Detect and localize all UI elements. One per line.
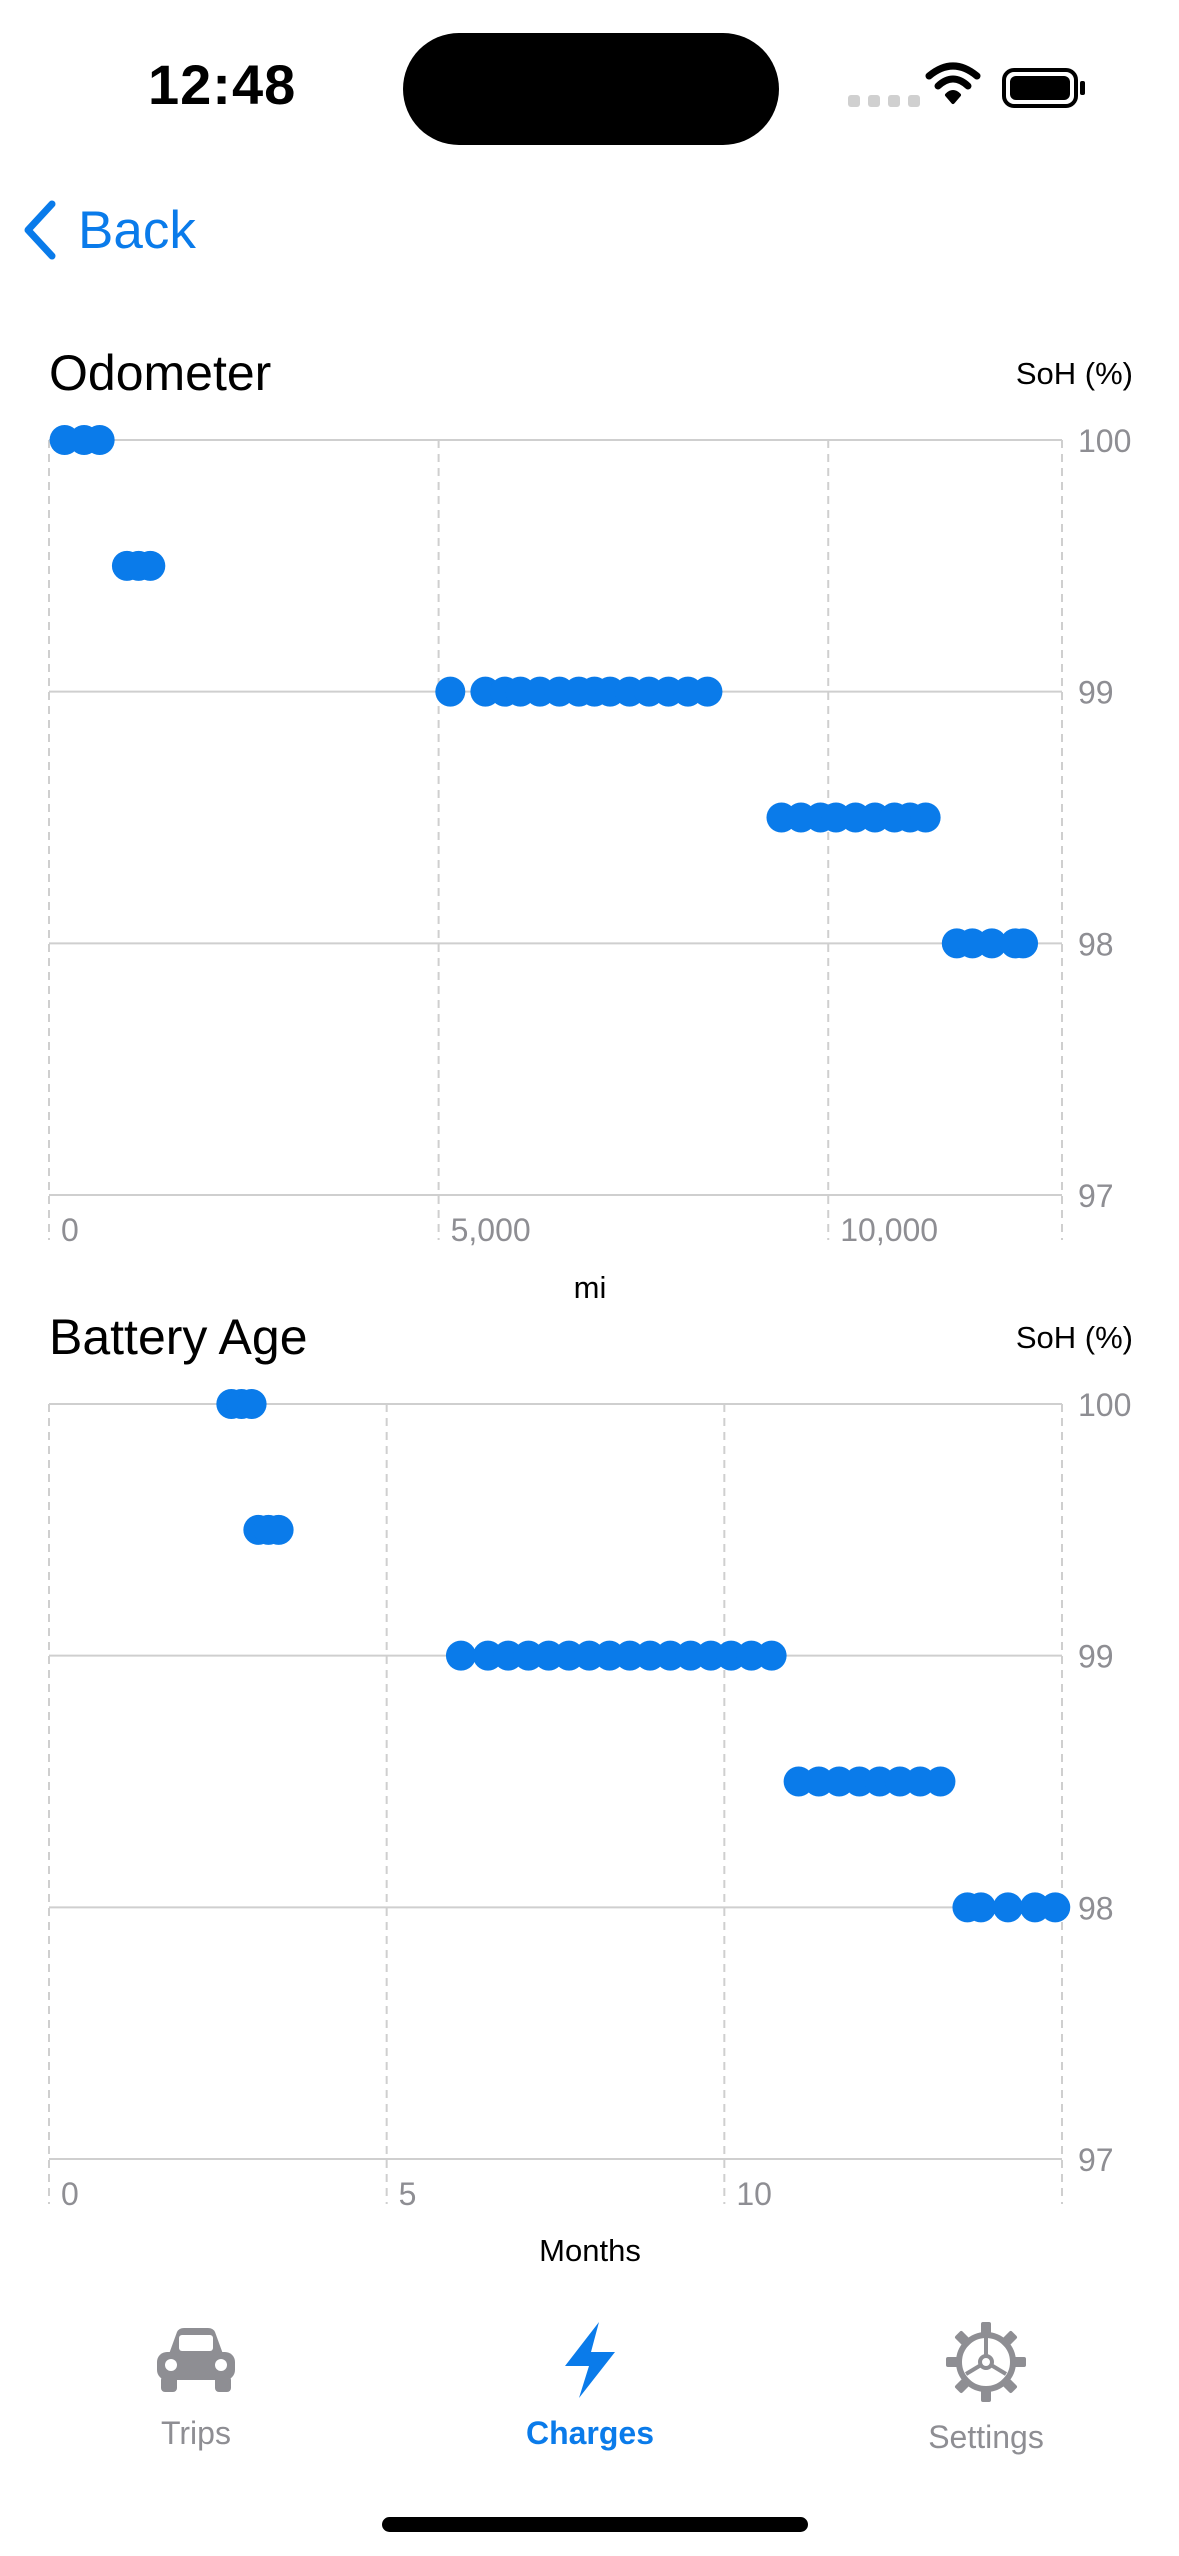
gear-icon xyxy=(946,2322,1026,2402)
battery-age-x-unit: Months xyxy=(539,2233,641,2268)
battery-age-y-unit: SoH (%) xyxy=(1015,1320,1133,1355)
battery-age-y-tick-label: 99 xyxy=(1078,1639,1114,1675)
battery-age-x-tick-label: 5 xyxy=(399,2176,417,2212)
battery-age-chart: 97 98 99 100 0 5 10 xyxy=(48,1387,1131,2212)
tab-trips-label: Trips xyxy=(161,2415,231,2451)
odometer-chart-title: Odometer xyxy=(49,345,272,401)
odometer-x-tick-label: 0 xyxy=(61,1212,79,1248)
odometer-x-unit: mi xyxy=(573,1270,607,1305)
odometer-y-tick-label: 100 xyxy=(1078,423,1131,459)
car-icon xyxy=(157,2328,235,2392)
tab-settings[interactable]: Settings xyxy=(856,2320,1116,2456)
odometer-data-point xyxy=(135,550,166,581)
battery-age-data-point xyxy=(236,1389,267,1419)
battery-age-data-point xyxy=(1040,1892,1071,1923)
tab-charges-label: Charges xyxy=(525,2415,655,2451)
battery-age-data-point xyxy=(263,1514,294,1545)
odometer-x-tick-label: 5,000 xyxy=(451,1212,531,1248)
home-indicator xyxy=(382,2517,808,2532)
battery-age-data-point xyxy=(992,1892,1023,1923)
back-button[interactable]: Back xyxy=(22,190,196,270)
tab-bar: Trips Charges Settings xyxy=(0,2300,1179,2500)
battery-age-x-tick-label: 0 xyxy=(61,2176,79,2212)
back-label: Back xyxy=(78,200,196,260)
battery-icon xyxy=(1002,68,1085,108)
odometer-x-tick-label: 10,000 xyxy=(840,1212,938,1248)
battery-age-y-tick-label: 97 xyxy=(1078,2142,1114,2178)
battery-age-data-point xyxy=(445,1640,476,1671)
bolt-icon xyxy=(565,2322,615,2398)
tab-charges[interactable]: Charges xyxy=(460,2320,720,2452)
battery-age-y-tick-label: 100 xyxy=(1078,1387,1131,1423)
odometer-data-point xyxy=(692,676,723,707)
chevron-left-icon xyxy=(24,200,56,260)
tab-trips[interactable]: Trips xyxy=(66,2320,326,2452)
battery-age-data-point xyxy=(925,1766,956,1797)
battery-age-y-tick-label: 98 xyxy=(1078,1890,1114,1926)
tab-settings-label: Settings xyxy=(928,2419,1044,2455)
battery-age-data-point xyxy=(965,1892,996,1923)
battery-age-x-tick-label: 10 xyxy=(736,2176,772,2212)
battery-age-data-point xyxy=(756,1640,787,1671)
odometer-chart: 97 98 99 100 0 5,000 10,000 xyxy=(48,423,1131,1248)
battery-age-chart-title: Battery Age xyxy=(49,1309,308,1365)
odometer-data-point xyxy=(435,676,466,707)
odometer-y-tick-label: 99 xyxy=(1078,675,1114,711)
odometer-data-point xyxy=(1008,928,1039,959)
odometer-y-tick-label: 97 xyxy=(1078,1178,1114,1214)
status-time: 12:48 xyxy=(148,53,297,116)
wifi-icon xyxy=(925,62,981,104)
dynamic-island xyxy=(403,33,779,145)
odometer-data-point xyxy=(84,425,115,455)
odometer-data-point xyxy=(910,802,941,833)
odometer-y-unit: SoH (%) xyxy=(1015,356,1133,391)
odometer-y-tick-label: 98 xyxy=(1078,926,1114,962)
